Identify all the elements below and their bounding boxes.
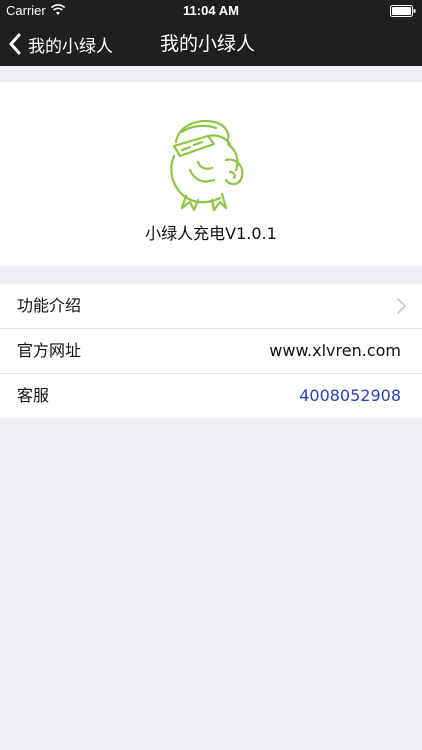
row-label: 功能介绍: [17, 296, 82, 315]
page-title: 我的小绿人: [160, 33, 256, 55]
back-button[interactable]: 我的小绿人: [8, 22, 113, 66]
chevron-left-icon: [9, 33, 21, 55]
about-card: 小绿人充电V1.0.1: [0, 82, 422, 266]
mascot-logo: [170, 119, 244, 212]
row-label: 客服: [17, 386, 50, 405]
phone-number-link[interactable]: 4008052908: [299, 374, 401, 418]
row-official-website[interactable]: 官方网址 www.xlvren.com: [0, 329, 422, 374]
navigation-bar: 我的小绿人 我的小绿人: [0, 22, 422, 66]
status-time: 11:04 AM: [183, 3, 239, 18]
website-value[interactable]: www.xlvren.com: [269, 329, 401, 373]
row-customer-service[interactable]: 客服 4008052908: [0, 374, 422, 418]
app-version-label: 小绿人充电V1.0.1: [145, 224, 277, 243]
row-label: 官方网址: [17, 341, 82, 360]
status-bar: Carrier 11:04 AM: [0, 0, 422, 22]
info-list: 功能介绍 官方网址 www.xlvren.com 客服 4008052908: [0, 284, 422, 418]
back-button-label: 我的小绿人: [28, 36, 113, 57]
top-bar: Carrier 11:04 AM 我的小绿人 我的小绿人: [0, 0, 422, 66]
row-features[interactable]: 功能介绍: [0, 284, 422, 329]
chevron-right-icon: [397, 298, 406, 314]
screen: Carrier 11:04 AM 我的小绿人 我的小绿人 小绿人充电V1.0.1…: [0, 0, 422, 750]
battery-icon: [390, 5, 416, 17]
